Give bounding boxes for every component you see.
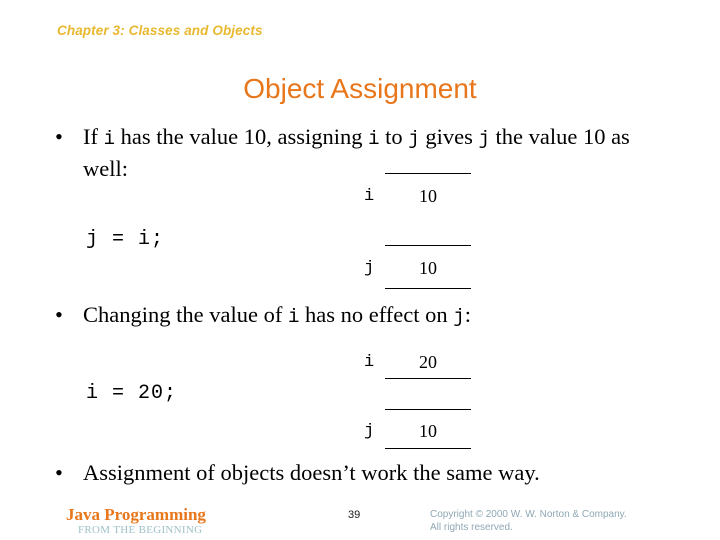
bullet-text-3: Assignment of objects doesn’t work the s… [83, 460, 540, 485]
diagram2-rule-mid [385, 409, 471, 410]
bullet-1-seg-0: If [83, 124, 104, 149]
bullet-1-seg-7-code: j [478, 128, 490, 150]
bullet-marker: • [55, 302, 63, 327]
footer-brand: Java Programming [66, 505, 206, 524]
footer-brand-subtitle: FROM THE BEGINNING [78, 524, 203, 536]
diagram1-var-value-i: 10 [419, 186, 437, 206]
diagram2-rule-top [385, 378, 471, 379]
diagram2-var-value-j: 10 [419, 421, 437, 441]
bullet-item-2: • Changing the value of i has no effect … [55, 300, 675, 332]
diagram1-var-label-i: i [364, 187, 375, 206]
bullet-2-seg-2: has no effect on [299, 302, 454, 327]
diagram1-rule-top [385, 173, 471, 174]
code-line-i-equals-20: i = 20; [86, 382, 178, 405]
assignment-result-diagram: i 10 j 10 [352, 162, 482, 297]
slide-title: Object Assignment [243, 73, 477, 104]
diagram2-var-label-j: j [364, 422, 375, 441]
footer-copyright-line2: All rights reserved. [430, 522, 513, 533]
bullet-item-3: • Assignment of objects doesn’t work the… [55, 458, 675, 488]
footer-page-number: 39 [348, 509, 361, 521]
bullet-2-seg-3-code: j [453, 306, 465, 328]
bullet-marker: • [55, 460, 63, 485]
bullet-2-seg-0: Changing the value of [83, 302, 288, 327]
code-line-j-equals-i: j = i; [86, 228, 165, 251]
diagram2-var-value-i: 20 [419, 352, 437, 372]
chapter-header: Chapter 3: Classes and Objects [57, 23, 263, 38]
diagram2-rule-bottom [385, 448, 471, 449]
diagram1-rule-bottom [385, 288, 471, 289]
bullet-1-seg-1-code: i [103, 128, 116, 150]
after-change-diagram: i 20 j 10 [352, 342, 482, 457]
bullet-1-seg-2: has the value 10, assigning [115, 124, 369, 149]
diagram1-var-label-j: j [364, 259, 375, 278]
diagram2-var-label-i: i [364, 353, 375, 372]
bullet-text-2: Changing the value of i has no effect on… [83, 300, 675, 332]
diagram1-rule-mid [385, 245, 471, 246]
bullet-2-seg-1-code: i [287, 306, 300, 328]
footer-copyright-line1: Copyright © 2000 W. W. Norton & Company. [430, 509, 627, 520]
diagram1-var-value-j: 10 [419, 258, 437, 278]
bullet-marker: • [55, 124, 63, 149]
bullet-1-seg-6: gives [419, 124, 479, 149]
bullet-2-seg-4: : [464, 302, 471, 327]
bullet-1-seg-3-code: i [368, 128, 380, 150]
footer-copyright: Copyright © 2000 W. W. Norton & Company.… [430, 508, 627, 534]
bullet-1-seg-4: to [379, 124, 409, 149]
bullet-1-seg-5-code: j [408, 128, 420, 150]
